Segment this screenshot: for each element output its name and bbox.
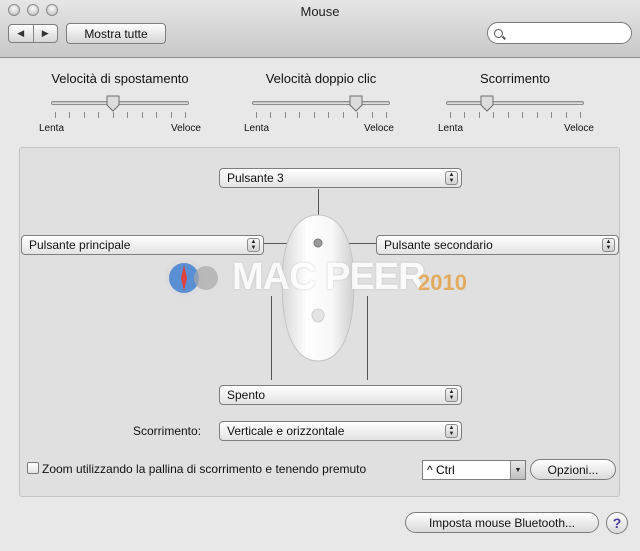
slider-tick: [98, 112, 100, 118]
slider-tick: [507, 112, 509, 118]
slider-tick: [478, 112, 480, 118]
scrolling-mode-value: Verticale e orizzontale: [227, 424, 345, 438]
updown-arrows-icon: ▲ ▼: [445, 171, 458, 185]
connector-line-squeeze-right: [367, 296, 368, 380]
secondary-button-action-popup[interactable]: Pulsante secondario ▲ ▼: [376, 235, 619, 255]
slider-tick: [270, 112, 272, 118]
slider-tick: [83, 112, 85, 118]
title-bar: Mouse ◀ ▶ Mostra tutte: [0, 0, 640, 58]
double-click-speed-slider-group: Velocità doppio clic Lenta Veloce: [240, 71, 402, 137]
double-click-speed-ticks: [256, 112, 387, 118]
search-icon: [494, 28, 503, 38]
scrolling-speed-thumb[interactable]: [480, 95, 494, 112]
tracking-speed-slider-group: Velocità di spostamento Lenta Veloce: [39, 71, 201, 137]
scrolling-speed-max-label: Veloce: [563, 123, 594, 134]
secondary-button-action-value: Pulsante secondario: [384, 238, 493, 252]
slider-tick: [450, 112, 451, 118]
forward-arrow-icon: ▶: [41, 28, 49, 38]
back-arrow-icon: ◀: [17, 28, 25, 38]
slider-tick: [580, 112, 581, 118]
primary-button-action-value: Pulsante principale: [29, 238, 131, 252]
button3-action-popup[interactable]: Pulsante 3 ▲ ▼: [219, 168, 462, 188]
double-click-speed-track[interactable]: [252, 101, 390, 105]
slider-tick: [156, 112, 158, 118]
zoom-options-button[interactable]: Opzioni...: [530, 459, 616, 480]
slider-tick: [127, 112, 129, 118]
scrolling-speed-ticks: [450, 112, 581, 118]
tracking-speed-ticks: [55, 112, 186, 118]
double-click-speed-label: Velocità doppio clic: [265, 71, 377, 86]
help-icon: ?: [612, 515, 622, 531]
slider-tick: [185, 112, 186, 118]
slider-tick: [55, 112, 56, 118]
slider-tick: [328, 112, 330, 118]
dropdown-arrow-icon[interactable]: ▼: [510, 461, 525, 479]
scrolling-speed-label: Scorrimento: [479, 71, 551, 86]
search-input[interactable]: [507, 26, 625, 40]
help-button[interactable]: ?: [606, 512, 628, 534]
slider-tick: [551, 112, 553, 118]
slider-tick: [284, 112, 286, 118]
watermark: MAC PEER 2010: [162, 256, 482, 300]
updown-arrows-icon: ▲ ▼: [247, 238, 260, 252]
slider-tick: [112, 112, 114, 118]
zoom-modifier-combo[interactable]: ^ Ctrl ▼: [422, 460, 526, 480]
slider-tick: [565, 112, 567, 118]
show-all-button[interactable]: Mostra tutte: [66, 23, 166, 44]
tracking-speed-thumb[interactable]: [106, 95, 120, 112]
tracking-speed-max-label: Veloce: [170, 123, 201, 134]
slider-tick: [464, 112, 466, 118]
safari-compass-icon: [165, 259, 218, 297]
zoom-label: Zoom utilizzando la pallina di scorrimen…: [42, 462, 367, 476]
slider-tick: [256, 112, 257, 118]
tracking-speed-min-label: Lenta: [39, 123, 65, 134]
slider-tick: [170, 112, 172, 118]
scrolling-speed-min-label: Lenta: [438, 123, 464, 134]
setup-bluetooth-mouse-button[interactable]: Imposta mouse Bluetooth...: [405, 512, 599, 533]
updown-arrows-icon: ▲ ▼: [602, 238, 615, 252]
zoom-modifier-value: ^ Ctrl: [427, 463, 455, 477]
watermark-text: MAC PEER: [232, 256, 426, 298]
squeeze-action-popup[interactable]: Spento ▲ ▼: [219, 385, 462, 405]
zoom-checkbox[interactable]: [27, 462, 39, 474]
connector-line-squeeze-left: [271, 296, 272, 380]
slider-tick: [357, 112, 359, 118]
search-field[interactable]: [487, 22, 632, 44]
slider-tick: [141, 112, 143, 118]
slider-tick: [342, 112, 344, 118]
slider-tick: [299, 112, 301, 118]
squeeze-action-value: Spento: [227, 388, 266, 402]
updown-arrows-icon: ▲ ▼: [445, 388, 458, 402]
slider-tick: [522, 112, 524, 118]
window-title: Mouse: [300, 4, 340, 19]
slider-tick: [386, 112, 387, 118]
double-click-speed-max-label: Veloce: [363, 123, 394, 134]
navigation-buttons: ◀ ▶: [8, 24, 58, 43]
primary-button-action-popup[interactable]: Pulsante principale ▲ ▼: [21, 235, 264, 255]
slider-tick: [69, 112, 71, 118]
scrolling-speed-slider-group: Scorrimento Lenta Veloce: [434, 71, 596, 137]
slider-tick: [313, 112, 315, 118]
slider-tick: [493, 112, 495, 118]
watermark-year: 2010: [418, 270, 467, 295]
scrolling-mode-label: Scorrimento:: [133, 424, 202, 438]
button3-action-value: Pulsante 3: [227, 171, 284, 185]
double-click-speed-thumb[interactable]: [349, 95, 363, 112]
updown-arrows-icon: ▲ ▼: [445, 424, 458, 438]
tracking-speed-label: Velocità di spostamento: [51, 71, 189, 86]
double-click-speed-min-label: Lenta: [244, 123, 270, 134]
scrolling-speed-track[interactable]: [446, 101, 584, 105]
back-button[interactable]: ◀: [9, 25, 33, 42]
scrolling-mode-popup[interactable]: Verticale e orizzontale ▲ ▼: [219, 421, 462, 441]
forward-button[interactable]: ▶: [32, 25, 58, 42]
slider-tick: [371, 112, 373, 118]
slider-tick: [536, 112, 538, 118]
